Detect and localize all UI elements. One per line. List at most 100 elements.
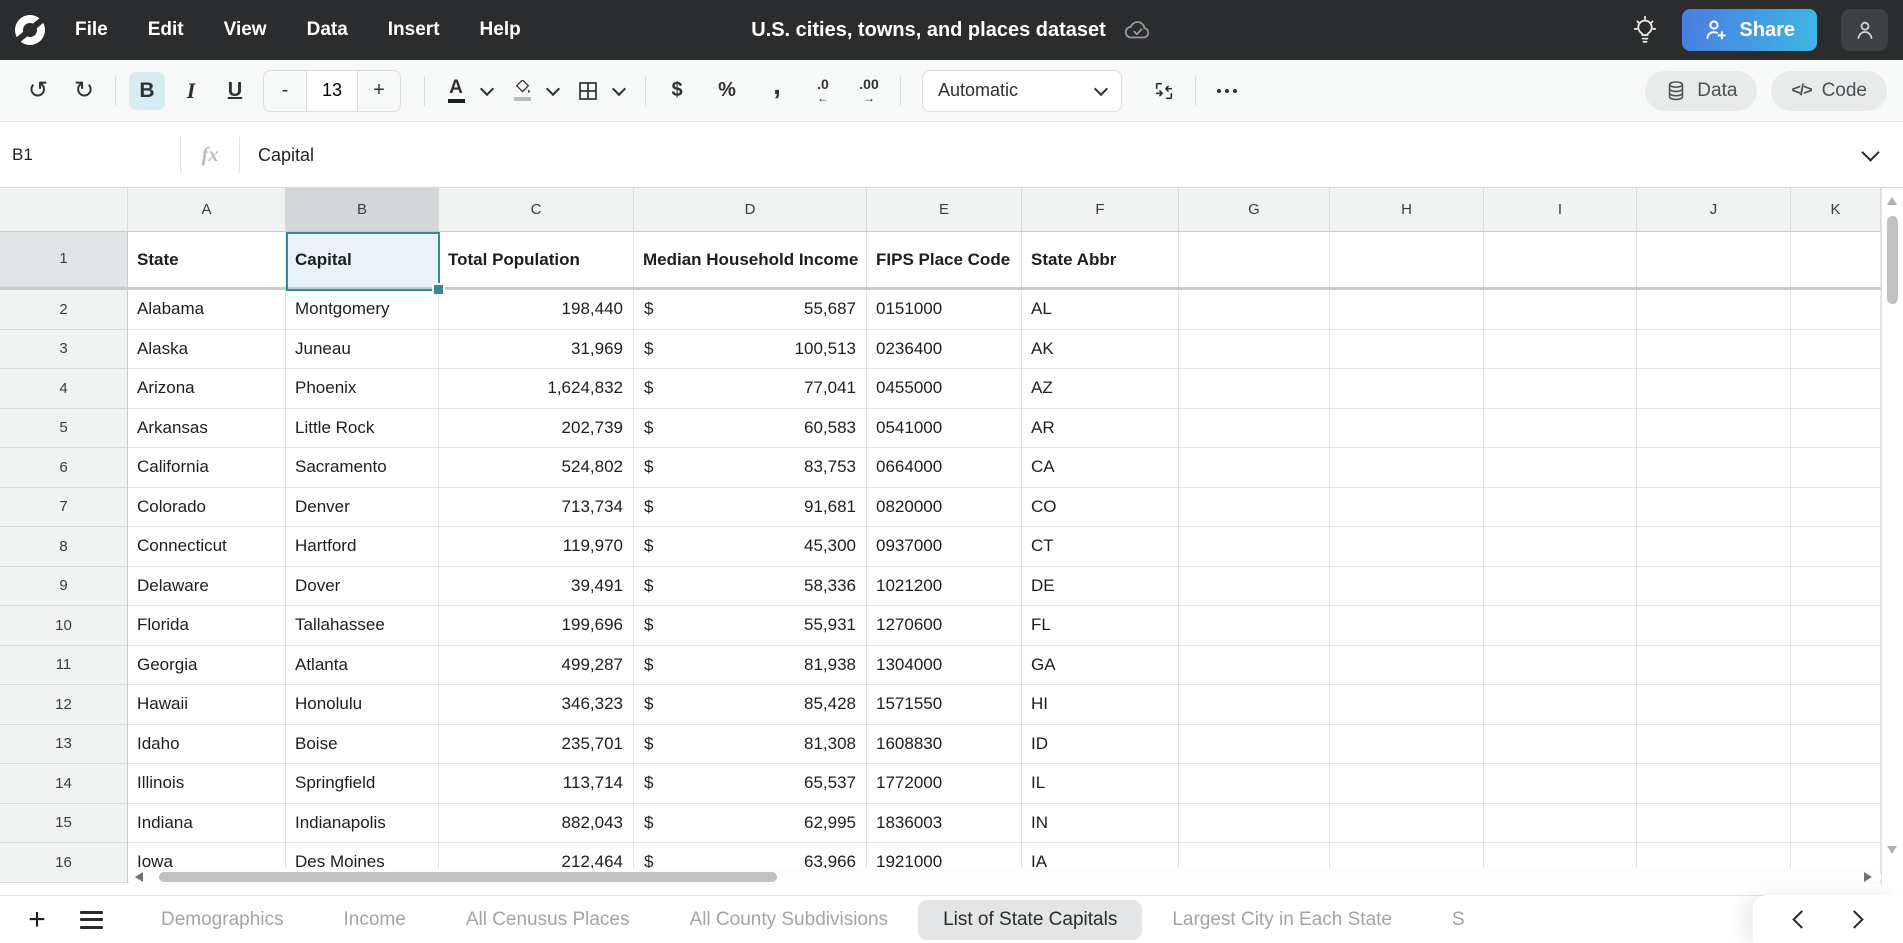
- cell-I3[interactable]: [1484, 330, 1637, 370]
- more-options-button[interactable]: [1209, 72, 1245, 110]
- tab-all-cenusus-places[interactable]: All Cenusus Places: [436, 900, 660, 940]
- cell-C6[interactable]: 524,802: [439, 448, 634, 488]
- cell-C7[interactable]: 713,734: [439, 488, 634, 528]
- cell-J9[interactable]: [1637, 567, 1791, 607]
- cell-J5[interactable]: [1637, 409, 1791, 449]
- cell-A14[interactable]: Illinois: [128, 764, 286, 804]
- cell-H3[interactable]: [1330, 330, 1484, 370]
- cell-I2[interactable]: [1484, 290, 1637, 330]
- cell-I6[interactable]: [1484, 448, 1637, 488]
- grid-corner[interactable]: [0, 188, 128, 232]
- cell-J13[interactable]: [1637, 725, 1791, 765]
- column-header-K[interactable]: K: [1791, 188, 1881, 232]
- cell-A10[interactable]: Florida: [128, 606, 286, 646]
- cell-E2[interactable]: 0151000: [867, 290, 1022, 330]
- cell-G9[interactable]: [1179, 567, 1330, 607]
- fit-content-button[interactable]: [1146, 72, 1182, 110]
- cell-I14[interactable]: [1484, 764, 1637, 804]
- cell-C12[interactable]: 346,323: [439, 685, 634, 725]
- row-header-15[interactable]: 15: [0, 804, 128, 844]
- cell-G12[interactable]: [1179, 685, 1330, 725]
- cell-E9[interactable]: 1021200: [867, 567, 1022, 607]
- cell-D12[interactable]: $85,428: [634, 685, 867, 725]
- row-header-14[interactable]: 14: [0, 764, 128, 804]
- cell-A7[interactable]: Colorado: [128, 488, 286, 528]
- menu-data[interactable]: Data: [307, 19, 348, 41]
- tab-all-county-subdivisions[interactable]: All County Subdivisions: [660, 900, 919, 940]
- cell-G5[interactable]: [1179, 409, 1330, 449]
- cell-F12[interactable]: HI: [1022, 685, 1179, 725]
- cell-K9[interactable]: [1791, 567, 1881, 607]
- cell-C5[interactable]: 202,739: [439, 409, 634, 449]
- cell-E10[interactable]: 1270600: [867, 606, 1022, 646]
- cell-K13[interactable]: [1791, 725, 1881, 765]
- menu-view[interactable]: View: [224, 19, 267, 41]
- cell-A6[interactable]: California: [128, 448, 286, 488]
- cell-K6[interactable]: [1791, 448, 1881, 488]
- cell-B6[interactable]: Sacramento: [286, 448, 439, 488]
- cell-I11[interactable]: [1484, 646, 1637, 686]
- cell-B9[interactable]: Dover: [286, 567, 439, 607]
- cell-C15[interactable]: 882,043: [439, 804, 634, 844]
- cell-K7[interactable]: [1791, 488, 1881, 528]
- cell-D15[interactable]: $62,995: [634, 804, 867, 844]
- borders-button[interactable]: [570, 72, 606, 110]
- cell-D5[interactable]: $60,583: [634, 409, 867, 449]
- cell-B14[interactable]: Springfield: [286, 764, 439, 804]
- cell-D11[interactable]: $81,938: [634, 646, 867, 686]
- cell-E13[interactable]: 1608830: [867, 725, 1022, 765]
- undo-button[interactable]: ↺: [20, 72, 56, 110]
- cell-A13[interactable]: Idaho: [128, 725, 286, 765]
- scroll-right-icon[interactable]: [1864, 872, 1872, 882]
- column-header-I[interactable]: I: [1484, 188, 1637, 232]
- menu-help[interactable]: Help: [480, 19, 521, 41]
- cell-G11[interactable]: [1179, 646, 1330, 686]
- cell-K1[interactable]: [1791, 232, 1881, 287]
- cell-K8[interactable]: [1791, 527, 1881, 567]
- cell-F11[interactable]: GA: [1022, 646, 1179, 686]
- cell-I9[interactable]: [1484, 567, 1637, 607]
- cell-I7[interactable]: [1484, 488, 1637, 528]
- font-size-decrease-button[interactable]: -: [264, 71, 306, 111]
- font-size-increase-button[interactable]: +: [358, 71, 400, 111]
- tab-s[interactable]: S: [1422, 900, 1495, 940]
- row-header-7[interactable]: 7: [0, 488, 128, 528]
- cell-F8[interactable]: CT: [1022, 527, 1179, 567]
- cell-G1[interactable]: [1179, 232, 1330, 287]
- cell-K4[interactable]: [1791, 369, 1881, 409]
- row-header-13[interactable]: 13: [0, 725, 128, 765]
- comma-format-button[interactable]: ,: [759, 66, 795, 116]
- menu-file[interactable]: File: [75, 19, 108, 41]
- cell-G8[interactable]: [1179, 527, 1330, 567]
- code-view-button[interactable]: </> Code: [1771, 71, 1887, 111]
- cell-D1[interactable]: Median Household Income: [634, 232, 867, 287]
- fill-color-dropdown[interactable]: [540, 72, 566, 110]
- row-header-12[interactable]: 12: [0, 685, 128, 725]
- tabs-scroll-left-icon[interactable]: [1792, 910, 1810, 928]
- vertical-scroll-thumb[interactable]: [1887, 216, 1898, 304]
- column-header-E[interactable]: E: [867, 188, 1022, 232]
- column-header-A[interactable]: A: [128, 188, 286, 232]
- cell-K11[interactable]: [1791, 646, 1881, 686]
- column-header-B[interactable]: B: [286, 188, 439, 232]
- cell-F7[interactable]: CO: [1022, 488, 1179, 528]
- cell-I10[interactable]: [1484, 606, 1637, 646]
- cell-J14[interactable]: [1637, 764, 1791, 804]
- cell-J4[interactable]: [1637, 369, 1791, 409]
- column-header-J[interactable]: J: [1637, 188, 1791, 232]
- text-color-button[interactable]: A: [438, 72, 474, 110]
- cell-F14[interactable]: IL: [1022, 764, 1179, 804]
- cell-J1[interactable]: [1637, 232, 1791, 287]
- row-header-11[interactable]: 11: [0, 646, 128, 686]
- cell-E7[interactable]: 0820000: [867, 488, 1022, 528]
- formula-input[interactable]: Capital: [240, 145, 1864, 166]
- cell-H8[interactable]: [1330, 527, 1484, 567]
- bold-button[interactable]: B: [129, 72, 165, 110]
- cell-D2[interactable]: $55,687: [634, 290, 867, 330]
- cell-J3[interactable]: [1637, 330, 1791, 370]
- cell-B3[interactable]: Juneau: [286, 330, 439, 370]
- column-header-H[interactable]: H: [1330, 188, 1484, 232]
- cell-E11[interactable]: 1304000: [867, 646, 1022, 686]
- cell-B8[interactable]: Hartford: [286, 527, 439, 567]
- redo-button[interactable]: ↻: [66, 72, 102, 110]
